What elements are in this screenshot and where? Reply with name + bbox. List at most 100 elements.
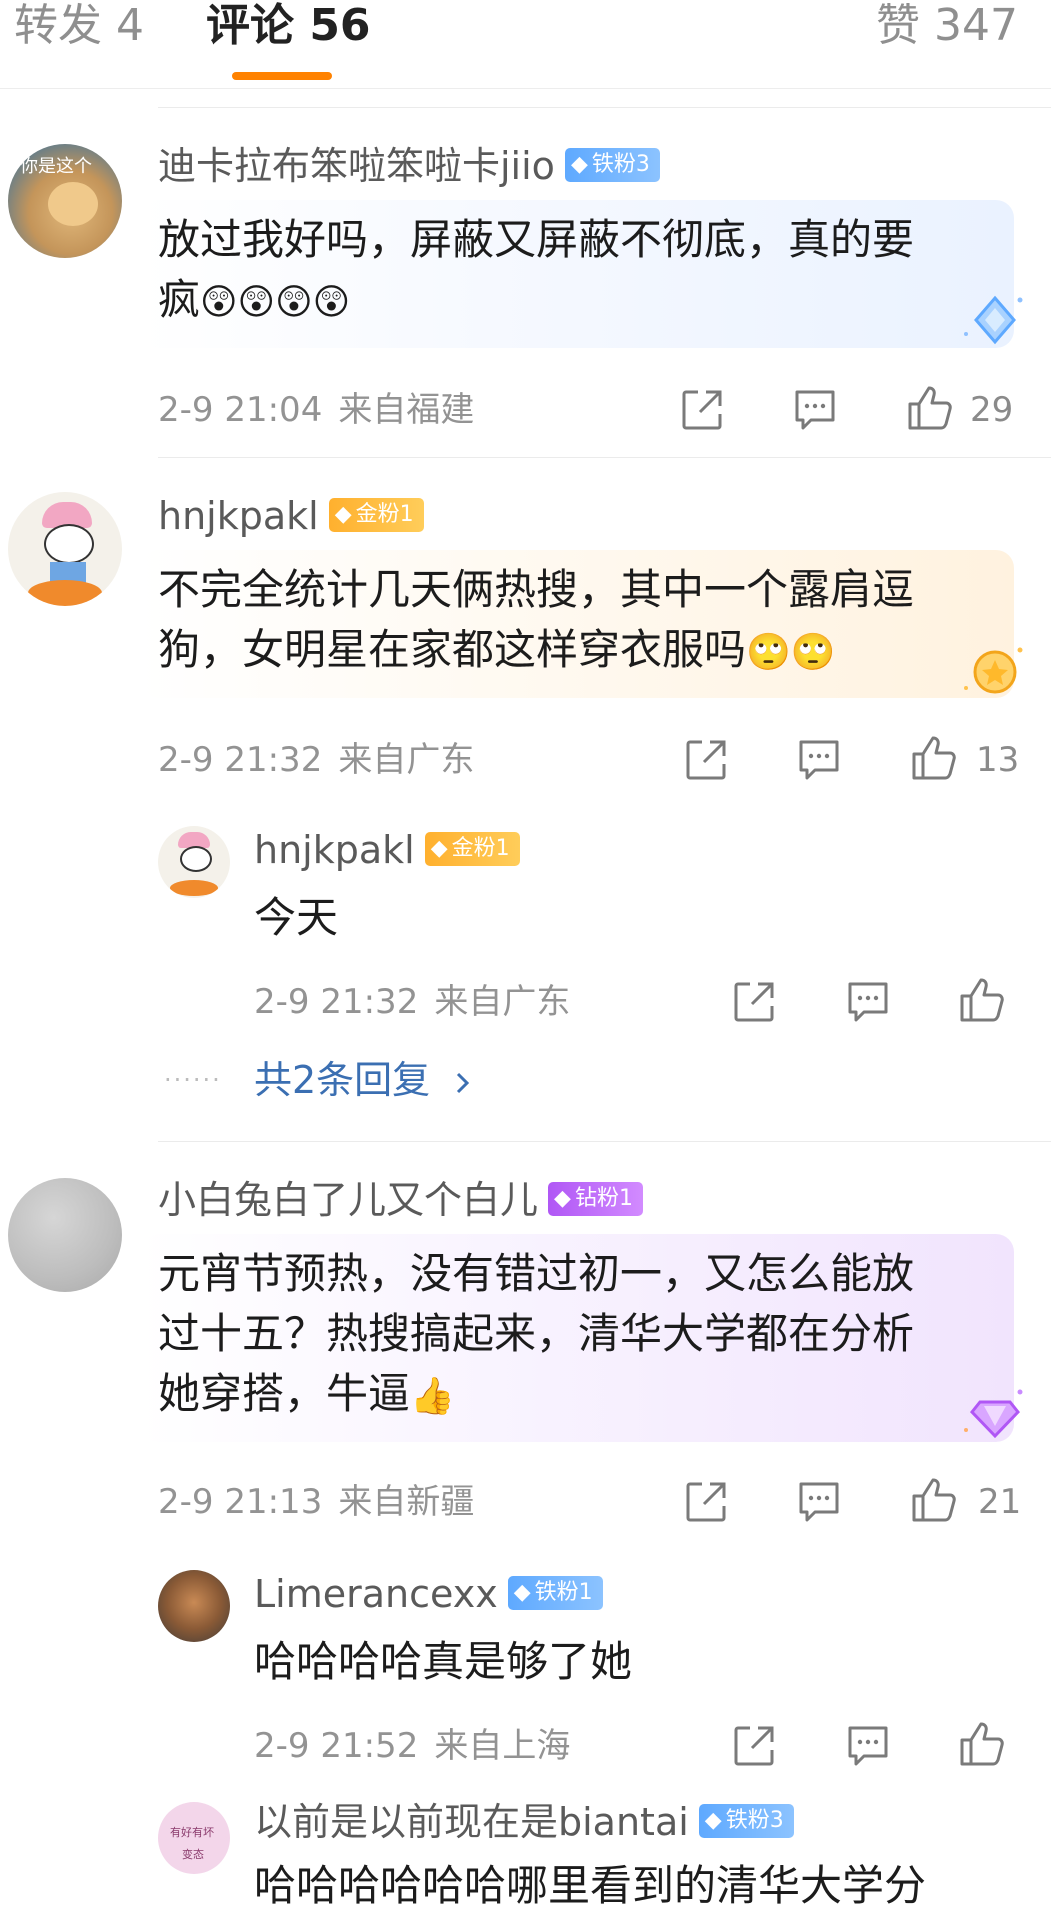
badge-label: 铁粉1 [534,1579,593,1605]
username[interactable]: 以前是以前现在是biantai [254,1800,689,1844]
fan-badge[interactable]: ◆ 铁粉1 [507,1575,603,1610]
tab-repost[interactable]: 转发 4 [14,0,144,56]
location: 来自新疆 [338,1482,475,1522]
repost-icon[interactable] [684,738,728,782]
timestamp: 2-9 21:32 [254,982,419,1022]
gold-medal-icon [964,647,1023,694]
avatar-caption: 有好有坏 [170,1826,214,1839]
thread-dots: ······ [164,1066,222,1094]
location: 来自上海 [434,1726,571,1766]
avatar-caption: 你是这个 [20,156,92,177]
tab-likes[interactable]: 赞 347 [876,0,1018,56]
divider [158,107,1051,108]
badge-label: 钻粉1 [574,1185,633,1211]
avatar[interactable]: 你是这个 [8,144,122,258]
fan-badge[interactable]: ◆ 钻粉1 [548,1181,643,1216]
fan-badge[interactable]: ◆ 金粉1 [424,831,520,866]
timestamp: 2-9 21:04 [158,390,323,430]
more-replies-link[interactable]: 共2条回复 [254,1058,474,1102]
comment-icon[interactable] [793,388,837,432]
chevron-right-icon [457,1072,470,1093]
comment-author[interactable]: 迪卡拉布笨啦笨啦卡jiio ◆ 铁粉3 [158,144,660,188]
badge-label: 金粉1 [451,835,510,861]
tab-comments[interactable]: 评论 56 [206,0,371,56]
repost-icon[interactable] [732,1724,776,1768]
username[interactable]: hnjkpakl [254,828,415,872]
gem-icon: ◆ [570,151,588,177]
emoji-icon: 😲😲😲😲 [200,281,351,323]
badge-label: 金粉1 [355,501,414,527]
comment-text: 元宵节预热，没有错过初一，又怎么能放 过十五？热搜搞起来，清华大学都在分析 她穿… [158,1244,998,1424]
username[interactable]: 迪卡拉布笨啦笨啦卡jiio [158,144,555,188]
active-tab-indicator [232,72,332,80]
like-count: 13 [976,740,1020,780]
comment-line: 元宵节预热，没有错过初一，又怎么能放 [158,1249,915,1298]
username[interactable]: hnjkpakl [158,494,319,538]
location: 来自广东 [434,982,571,1022]
fan-badge[interactable]: ◆ 金粉1 [328,497,424,532]
reply-author[interactable]: 以前是以前现在是biantai ◆ 铁粉3 [254,1800,794,1844]
reply-meta: 2-9 21:52 来自上海 [254,1726,570,1766]
location: 来自福建 [338,390,475,430]
purple-gem-icon [964,1389,1023,1439]
badge-label: 铁粉3 [725,1807,784,1833]
blue-gem-icon [964,295,1023,345]
gem-icon: ◆ [554,1185,571,1211]
comment-icon[interactable] [797,738,841,782]
emoji-icon: 🙄🙄 [746,631,836,673]
avatar[interactable] [8,1178,122,1292]
fan-badge[interactable]: ◆ 铁粉3 [564,147,660,182]
timestamp: 2-9 21:52 [254,1726,419,1766]
comment-author[interactable]: hnjkpakl ◆ 金粉1 [158,494,424,538]
emoji-icon: 👍 [410,1375,455,1417]
avatar[interactable] [158,1570,230,1642]
comment-meta: 2-9 21:13 来自新疆 [158,1482,474,1522]
tab-bar: 转发 4 评论 56 赞 347 [0,0,1051,89]
like-count: 21 [978,1482,1022,1522]
avatar-ball [170,880,218,896]
avatar-ball [28,580,102,606]
username[interactable]: Limerancexx [254,1572,498,1616]
reply-author[interactable]: hnjkpakl ◆ 金粉1 [254,828,520,872]
timestamp: 2-9 21:13 [158,1482,323,1522]
avatar-caption: 变态 [182,1848,204,1861]
comment-line: 不完全统计几天俩热搜，其中一个露肩逗 [158,565,915,614]
like-icon[interactable] [906,384,954,432]
comment-line: 狗，女明星在家都这样穿衣服吗🙄🙄 [158,625,836,674]
comment-meta: 2-9 21:32 来自广东 [158,740,474,780]
reply-meta: 2-9 21:32 来自广东 [254,982,570,1022]
gem-icon: ◆ [334,501,352,527]
avatar-face [180,846,212,872]
timestamp: 2-9 21:32 [158,740,323,780]
avatar-face [44,524,94,564]
username[interactable]: 小白兔白了儿又个白儿 [158,1178,538,1222]
avatar[interactable] [8,492,122,606]
avatar[interactable] [158,826,230,898]
repost-icon[interactable] [732,980,776,1024]
reply-author[interactable]: Limerancexx ◆ 铁粉1 [254,1572,603,1616]
like-icon[interactable] [958,976,1006,1024]
comment-icon[interactable] [797,1480,841,1524]
repost-icon[interactable] [680,388,724,432]
comment-line: 放过我好吗，屏蔽又屏蔽不彻底，真的要 [158,215,915,264]
location: 来自广东 [338,740,475,780]
avatar[interactable]: 有好有坏 变态 [158,1802,230,1874]
comment-text: 放过我好吗，屏蔽又屏蔽不彻底，真的要 疯😲😲😲😲 [158,210,998,330]
like-icon[interactable] [910,1476,958,1524]
comment-icon[interactable] [846,980,890,1024]
badge-label: 铁粉3 [591,151,650,177]
comment-author[interactable]: 小白兔白了儿又个白儿 ◆ 钻粉1 [158,1178,643,1222]
like-count: 29 [970,390,1014,430]
repost-icon[interactable] [684,1480,728,1524]
divider [158,457,1051,458]
comment-meta: 2-9 21:04 来自福建 [158,390,474,430]
like-icon[interactable] [910,734,958,782]
like-icon[interactable] [958,1720,1006,1768]
fan-badge[interactable]: ◆ 铁粉3 [698,1803,794,1838]
reply-text: 哈哈哈哈哈哈哪里看到的清华大学分 [254,1861,927,1910]
gem-icon: ◆ [430,835,448,861]
comment-line: 她穿搭，牛逼👍 [158,1369,455,1418]
comment-icon[interactable] [846,1724,890,1768]
comment-text: 不完全统计几天俩热搜，其中一个露肩逗 狗，女明星在家都这样穿衣服吗🙄🙄 [158,560,998,680]
gem-icon: ◆ [704,1807,722,1833]
